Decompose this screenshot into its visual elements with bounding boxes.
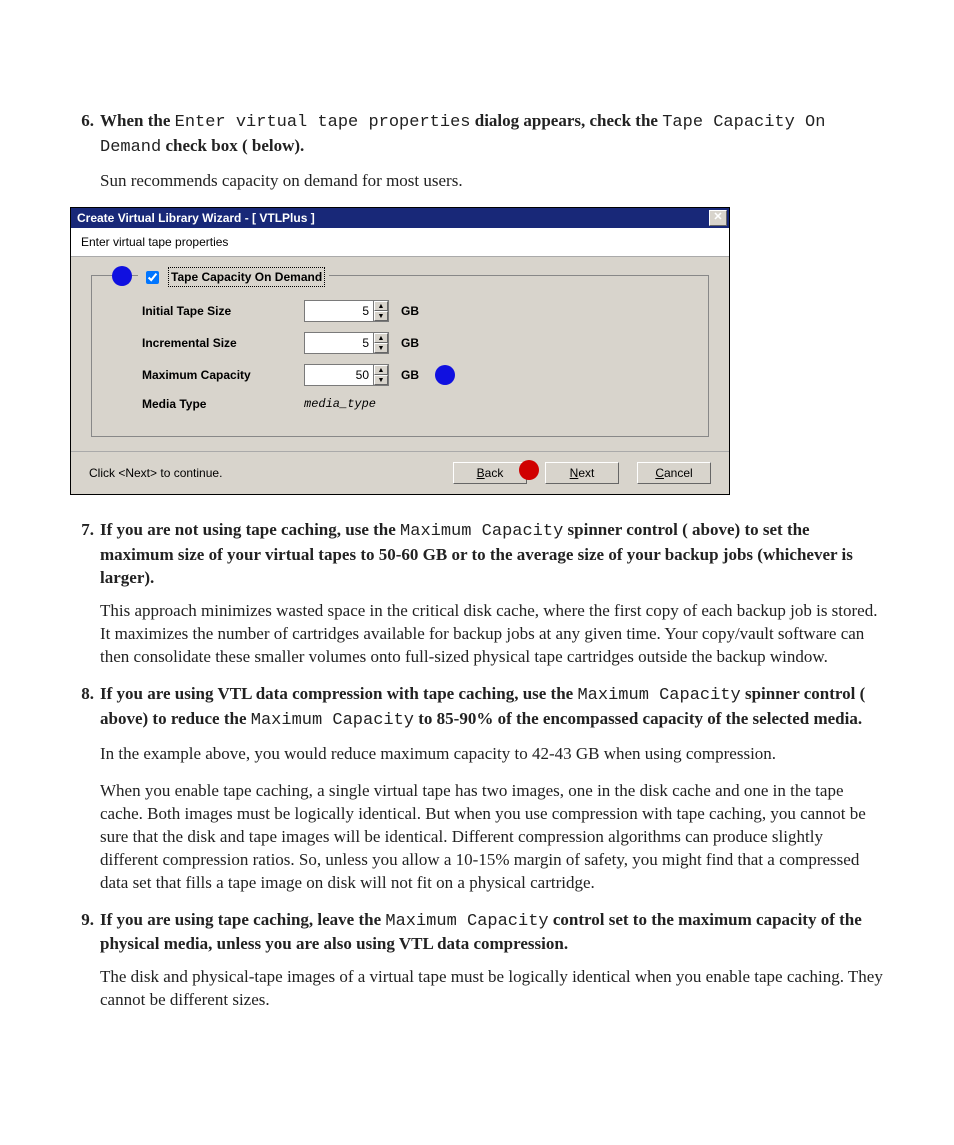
step-number: 6. [70, 110, 94, 160]
step-9: 9. If you are using tape caching, leave … [70, 909, 884, 957]
media-type-value: media_type [304, 396, 376, 412]
callout-dot-blue-legend [112, 266, 132, 286]
tape-capacity-checkbox[interactable] [146, 271, 159, 284]
incremental-size-input[interactable] [305, 333, 373, 353]
step-6: 6. When the Enter virtual tape propertie… [70, 110, 884, 160]
row-incremental-size: Incremental Size ▲▼ GB [142, 332, 678, 354]
step9-lead: If you are using tape caching, leave the… [100, 910, 862, 954]
step-7: 7. If you are not using tape caching, us… [70, 519, 884, 590]
maximum-capacity-input[interactable] [305, 365, 373, 385]
cancel-button[interactable]: Cancel [637, 462, 711, 484]
chevron-up-icon[interactable]: ▲ [374, 301, 388, 311]
spinner-arrows[interactable]: ▲▼ [373, 365, 388, 385]
unit-label: GB [401, 303, 419, 319]
step6-follow: Sun recommends capacity on demand for mo… [100, 170, 884, 193]
chevron-down-icon[interactable]: ▼ [374, 375, 388, 385]
chevron-up-icon[interactable]: ▲ [374, 365, 388, 375]
label-maxcap: Maximum Capacity [142, 367, 292, 383]
step-number: 9. [70, 909, 94, 957]
spinner-maxcap[interactable]: ▲▼ [304, 364, 389, 386]
callout-dot-blue-maxcap [435, 365, 455, 385]
step-8: 8. If you are using VTL data compression… [70, 683, 884, 733]
spinner-initial[interactable]: ▲▼ [304, 300, 389, 322]
dialog-screenshot: Create Virtual Library Wizard - [ VTLPlu… [70, 207, 730, 496]
dialog-hint: Click <Next> to continue. [89, 465, 453, 481]
back-label-rest: ack [485, 466, 504, 480]
row-media-type: Media Type media_type [142, 396, 678, 412]
fieldset-legend: Tape Capacity On Demand [138, 267, 329, 287]
legend-label: Tape Capacity On Demand [168, 267, 325, 287]
row-initial-tape-size: Initial Tape Size ▲▼ GB [142, 300, 678, 322]
unit-label: GB [401, 335, 419, 351]
dialog-subtitle: Enter virtual tape properties [71, 228, 729, 257]
dialog-titlebar: Create Virtual Library Wizard - [ VTLPlu… [71, 208, 729, 228]
callout-dot-red-next [519, 460, 539, 480]
dialog-title: Create Virtual Library Wizard - [ VTLPlu… [77, 210, 315, 226]
unit-label: GB [401, 367, 419, 383]
step8-follow2: When you enable tape caching, a single v… [100, 780, 884, 895]
step8-follow1: In the example above, you would reduce m… [100, 743, 884, 766]
row-maximum-capacity: Maximum Capacity ▲▼ GB [142, 364, 678, 386]
next-label-rest: ext [578, 466, 594, 480]
cancel-label-rest: ancel [664, 466, 693, 480]
step-number: 7. [70, 519, 94, 590]
chevron-down-icon[interactable]: ▼ [374, 311, 388, 321]
back-button[interactable]: Back [453, 462, 527, 484]
spinner-arrows[interactable]: ▲▼ [373, 333, 388, 353]
spinner-incremental[interactable]: ▲▼ [304, 332, 389, 354]
dialog-button-row: Click <Next> to continue. Back Next Canc… [71, 451, 729, 494]
label-incremental: Incremental Size [142, 335, 292, 351]
step8-lead: If you are using VTL data compression wi… [100, 684, 865, 728]
step7-follow: This approach minimizes wasted space in … [100, 600, 884, 669]
label-initial: Initial Tape Size [142, 303, 292, 319]
step7-lead: If you are not using tape caching, use t… [100, 520, 853, 587]
step6-lead: When the Enter virtual tape properties d… [100, 111, 825, 155]
initial-tape-size-input[interactable] [305, 301, 373, 321]
step9-follow: The disk and physical-tape images of a v… [100, 966, 884, 1012]
close-icon[interactable]: ✕ [709, 210, 727, 226]
tape-capacity-fieldset: Tape Capacity On Demand Initial Tape Siz… [91, 275, 709, 437]
step-number: 8. [70, 683, 94, 733]
chevron-up-icon[interactable]: ▲ [374, 333, 388, 343]
next-button[interactable]: Next [545, 462, 619, 484]
chevron-down-icon[interactable]: ▼ [374, 343, 388, 353]
label-mediatype: Media Type [142, 396, 292, 412]
spinner-arrows[interactable]: ▲▼ [373, 301, 388, 321]
